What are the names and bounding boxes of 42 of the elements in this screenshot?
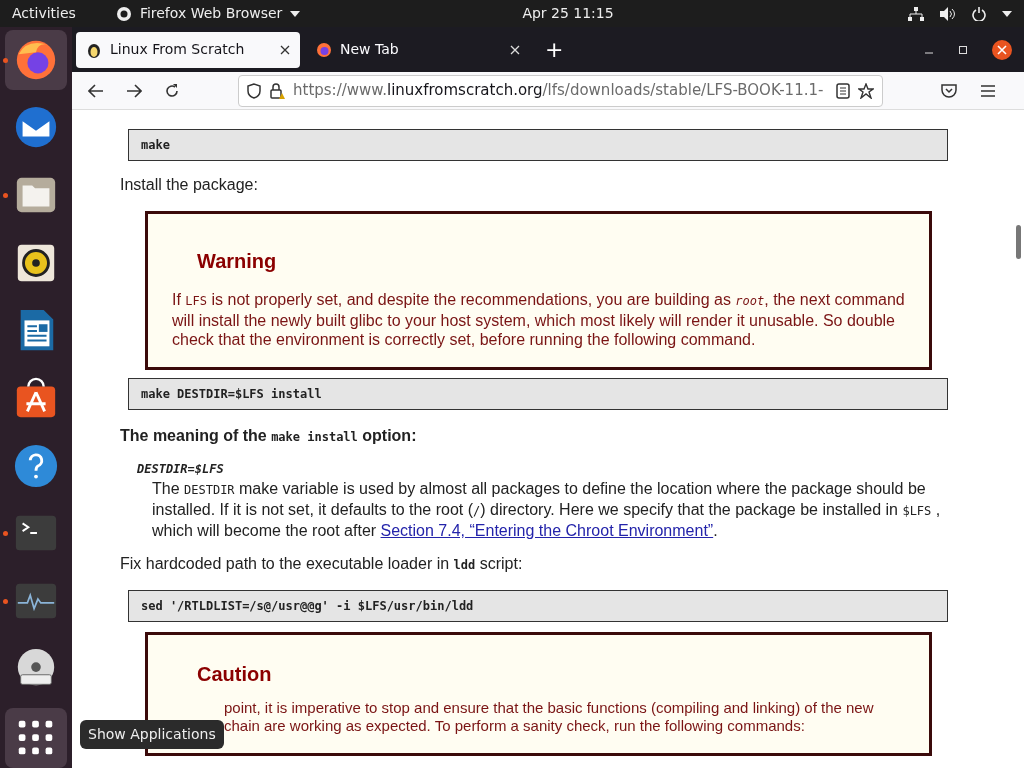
browser-tab[interactable]: New Tab xyxy=(306,31,530,68)
admonition-text: If LFS is not properly set, and despite the recommendations, you are building as root, the next command will install the newly built glibc to your host system, which most likely will render it unusable. So double check that the environment is correctly set, before running the following command. xyxy=(172,290,905,349)
pocket-icon[interactable] xyxy=(941,83,957,98)
volume-icon[interactable] xyxy=(940,6,956,21)
lock-icon[interactable] xyxy=(269,82,285,99)
scrollbar-thumb[interactable] xyxy=(1016,225,1021,259)
star-icon[interactable] xyxy=(858,82,874,99)
maximize-icon[interactable] xyxy=(958,44,968,55)
app-menu[interactable]: Firefox Web Browser xyxy=(139,3,283,24)
admonition-title: Caution xyxy=(197,662,273,687)
menu-icon[interactable] xyxy=(981,84,995,97)
new-tab-button[interactable]: + xyxy=(536,33,573,66)
admonition-text: point, it is imperative to stop and ensure that the basic functions (compiling and linking) of the new xyxy=(223,699,875,717)
activities-button[interactable]: Activities xyxy=(12,3,76,24)
admonition-title: Warning xyxy=(197,249,278,274)
power-icon[interactable] xyxy=(972,6,986,21)
clock[interactable]: Apr 25 11:15 xyxy=(522,3,614,24)
code-block: sed '/RTLDLIST=/s@/usr@@g' -i $LFS/usr/bin/ldd xyxy=(128,590,948,622)
browser-tab[interactable]: Linux From Scratch xyxy=(76,31,300,68)
paragraph: Install the package: xyxy=(120,175,259,195)
code-block: make DESTDIR=$LFS install xyxy=(128,378,948,410)
definition-text: The DESTDIR make variable is used by almost all packages to define the location where the package should be installed. If it is not set, it defaults to the root (/) directory. Here we specify that the package be installed in $LFS , which will become the root after Section 7.4, “Entering the Chroot Environment”. xyxy=(152,479,942,540)
reload-icon xyxy=(164,82,180,99)
caret-icon[interactable] xyxy=(1002,10,1012,17)
term: DESTDIR=$LFS xyxy=(137,461,225,478)
caret-icon xyxy=(290,10,301,17)
link[interactable]: Section 7.4, “Entering the Chroot Environment” xyxy=(380,522,714,539)
dock-item[interactable] xyxy=(5,30,67,90)
paragraph: Fix hardcoded path to the executable loader in ldd script: xyxy=(120,554,524,574)
section-heading: The meaning of the make install option: xyxy=(120,426,418,446)
shield-icon[interactable] xyxy=(247,82,261,99)
forward-arrow-icon xyxy=(126,83,142,98)
question-mark-icon xyxy=(13,442,59,489)
back-arrow-icon xyxy=(88,83,104,98)
dock-item[interactable] xyxy=(5,708,67,768)
reader-view-icon[interactable] xyxy=(836,82,850,99)
tooltip: Show Applications xyxy=(80,720,224,749)
close-icon[interactable] xyxy=(992,39,1012,60)
network-icon[interactable] xyxy=(908,6,924,21)
address-bar[interactable]: https://www.linuxfromscratch.org/lfs/downloads/stable/LFS-BOOK-11.1- xyxy=(238,74,883,107)
close-icon[interactable] xyxy=(280,44,290,55)
code-block: make xyxy=(128,129,948,161)
